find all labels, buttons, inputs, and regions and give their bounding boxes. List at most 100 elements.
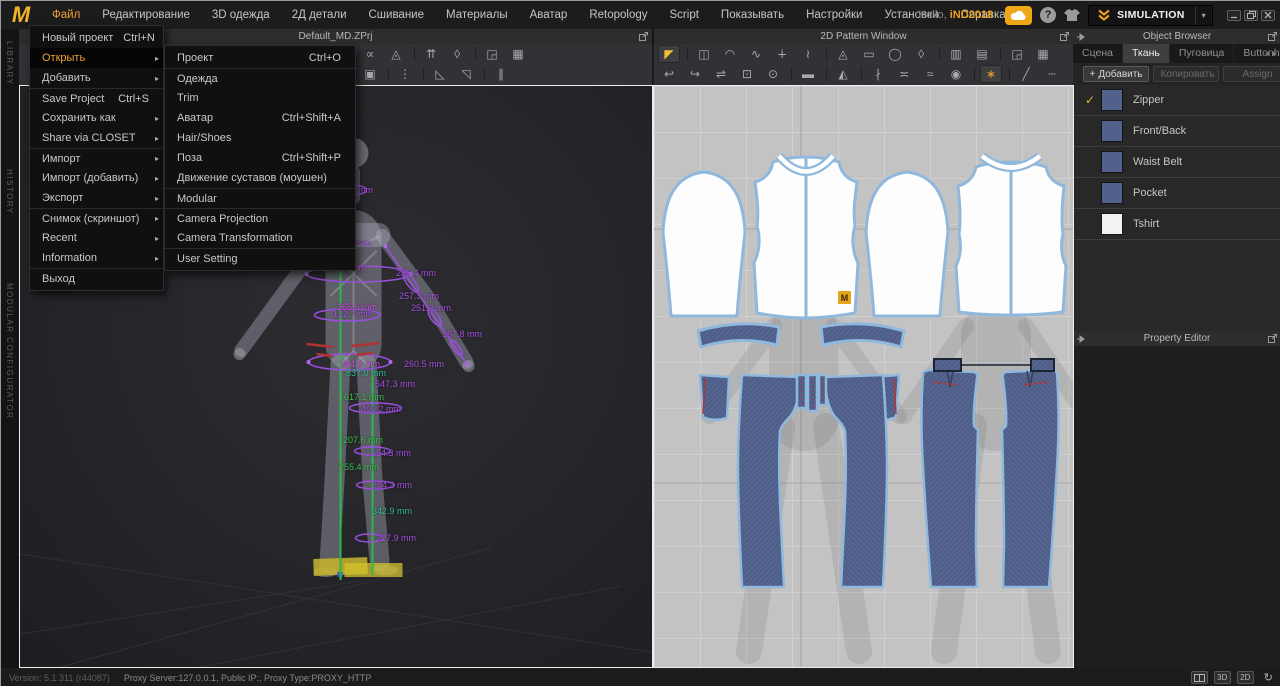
tab-scroll-right-icon[interactable]: ▸ [1273, 49, 1277, 58]
file-menu-item[interactable]: Снимок (скриншот) ▸ [30, 208, 163, 228]
submenu-item[interactable]: Trim ▸ [165, 88, 355, 108]
popout-window-icon[interactable] [1268, 32, 1277, 41]
file-menu-item[interactable]: Information ▸ [30, 248, 163, 268]
Waist Belt[interactable]: Waist Belt [1073, 147, 1280, 178]
menubar-item[interactable]: Retopology [578, 1, 658, 29]
polygon-icon[interactable]: ◬ [832, 45, 854, 63]
fold-arrangement-icon[interactable]: ⇈ [420, 45, 442, 63]
dart-icon[interactable]: ◊ [910, 45, 932, 63]
free-sewing-icon[interactable]: ≈ [919, 65, 941, 83]
edit-sewing-icon[interactable]: ∤ [867, 65, 889, 83]
menubar-item[interactable]: Аватар [519, 1, 579, 29]
fabric-swatch[interactable] [1101, 182, 1123, 204]
select-plane-icon[interactable]: ◺ [429, 65, 451, 83]
Front/Back[interactable]: Front/Back [1073, 116, 1280, 147]
plane-icon[interactable]: ◹ [455, 65, 477, 83]
edit-curvature-icon[interactable]: ◠ [719, 45, 741, 63]
sidebar-item-history[interactable]: HISTORY [5, 169, 14, 215]
menubar-item[interactable]: Показывать [710, 1, 795, 29]
pleats-icon[interactable]: ▥ [945, 45, 967, 63]
Pocket[interactable]: Pocket [1073, 178, 1280, 209]
iron-icon[interactable]: ▬ [797, 65, 819, 83]
transform-pattern-icon[interactable]: ◤ [658, 45, 680, 63]
menubar-item[interactable]: Материалы [435, 1, 519, 29]
simulation-button[interactable]: SIMULATION ▾ [1088, 5, 1213, 26]
file-menu-item[interactable]: Импорт (добавить) ▸ [30, 168, 163, 188]
object-browser-tab[interactable]: Сцена [1073, 44, 1123, 63]
lock-avatar-icon[interactable]: ▣ [359, 65, 381, 83]
submenu-item[interactable]: User Setting ▸ [165, 248, 355, 268]
file-menu-item[interactable]: Save Project Ctrl+S ▸ [30, 88, 163, 108]
Zipper[interactable]: Zipper [1073, 85, 1280, 116]
pin-curve-icon[interactable]: ∝ [359, 45, 381, 63]
object-browser-tab[interactable]: Ткань [1123, 44, 1170, 63]
measure-tape-icon[interactable]: ∥ [490, 65, 512, 83]
file-menu-item[interactable]: Открыть ▸ [30, 48, 163, 68]
file-menu-item[interactable]: Добавить ▸ [30, 68, 163, 88]
view-2d-button[interactable]: 2D [1237, 671, 1254, 684]
rotate-copy-icon[interactable]: ↪ [684, 65, 706, 83]
action-button[interactable]: Копировать [1153, 66, 1219, 82]
flip-copy-icon[interactable]: ⇌ [710, 65, 732, 83]
fit-garment-icon[interactable]: ◬ [385, 45, 407, 63]
pin-icon[interactable] [1077, 335, 1085, 343]
file-menu-item[interactable]: Импорт ▸ [30, 148, 163, 168]
measure-length-icon[interactable]: ┄ [1041, 65, 1063, 83]
add-curve-icon[interactable]: ≀ [797, 45, 819, 63]
action-button[interactable]: Assign [1223, 66, 1280, 82]
Tshirt[interactable]: Tshirt [1073, 209, 1280, 240]
menubar-item[interactable]: 3D одежда [201, 1, 281, 29]
edit-curve-point-icon[interactable]: ∿ [745, 45, 767, 63]
help-button[interactable]: ? [1040, 7, 1056, 23]
rectangle-icon[interactable]: ▭ [858, 45, 880, 63]
file-menu-item[interactable]: Recent ▸ [30, 228, 163, 248]
submenu-item[interactable]: Движение суставов (моушен) ▸ [165, 168, 355, 188]
check-icon[interactable] [1079, 93, 1101, 107]
menubar-item[interactable]: Настройки [795, 1, 873, 29]
grid-cursor-icon[interactable]: ◲ [1006, 45, 1028, 63]
grid-cursor-icon[interactable]: ◲ [481, 45, 503, 63]
grain-line-icon[interactable]: ∗ [980, 65, 1002, 83]
submenu-item[interactable]: Camera Transformation ▸ [165, 228, 355, 248]
menubar-item[interactable]: Сшивание [358, 1, 436, 29]
file-menu-item[interactable]: Share via CLOSET ▸ [30, 128, 163, 148]
edit-pattern-icon[interactable]: ◫ [693, 45, 715, 63]
measure-edit-icon[interactable]: ╱ [1015, 65, 1037, 83]
file-menu-item[interactable]: Экспорт ▸ [30, 188, 163, 208]
sidebar-item-library[interactable]: LIBRARY [5, 41, 14, 86]
viewport-2d-pattern[interactable]: M [654, 86, 1073, 667]
grid-icon[interactable]: ▦ [507, 45, 529, 63]
menubar-item[interactable]: 2Д детали [281, 1, 358, 29]
submenu-item[interactable]: Аватар Ctrl+Shift+A ▸ [165, 108, 355, 128]
segment-sewing-icon[interactable]: ≍ [893, 65, 915, 83]
fabric-swatch[interactable] [1101, 151, 1123, 173]
popout-window-icon[interactable] [1268, 334, 1277, 343]
minimize-button[interactable] [1227, 10, 1241, 21]
closet-cloud-button[interactable] [1005, 6, 1032, 25]
fabric-swatch[interactable] [1101, 213, 1123, 235]
arrange-garment-icon[interactable]: ◭ [832, 65, 854, 83]
sidebar-item-modular-configurator[interactable]: MODULAR CONFIGURATOR [5, 283, 14, 419]
trace-icon[interactable]: ⊙ [762, 65, 784, 83]
symmetric-paste-icon[interactable]: ⊡ [736, 65, 758, 83]
file-menu-item[interactable]: Сохранить как ▸ [30, 108, 163, 128]
zipper-icon[interactable]: ⋮ [394, 65, 416, 83]
submenu-item[interactable]: Modular ▸ [165, 188, 355, 208]
submenu-item[interactable]: Проект Ctrl+O ▸ [165, 48, 355, 68]
submenu-item[interactable]: Hair/Shoes ▸ [165, 128, 355, 148]
pin-icon[interactable] [1077, 33, 1085, 41]
close-button[interactable] [1261, 10, 1275, 21]
menubar-item[interactable]: Script [659, 1, 710, 29]
avatar-garment-button[interactable] [1064, 9, 1080, 22]
submenu-item[interactable]: Camera Projection ▸ [165, 208, 355, 228]
file-menu-item[interactable]: Новый проект Ctrl+N ▸ [30, 28, 163, 48]
fabric-swatch[interactable] [1101, 120, 1123, 142]
circle-icon[interactable]: ◯ [884, 45, 906, 63]
object-browser-tab[interactable]: Пуговица [1170, 44, 1235, 63]
fabric-swatch[interactable] [1101, 89, 1123, 111]
action-button[interactable]: +Добавить [1083, 66, 1149, 82]
split-view-button[interactable] [1191, 671, 1208, 684]
tab-scroll-left-icon[interactable]: ◂ [1265, 49, 1269, 58]
popout-window-icon[interactable] [1060, 32, 1069, 41]
popout-window-icon[interactable] [639, 32, 648, 41]
